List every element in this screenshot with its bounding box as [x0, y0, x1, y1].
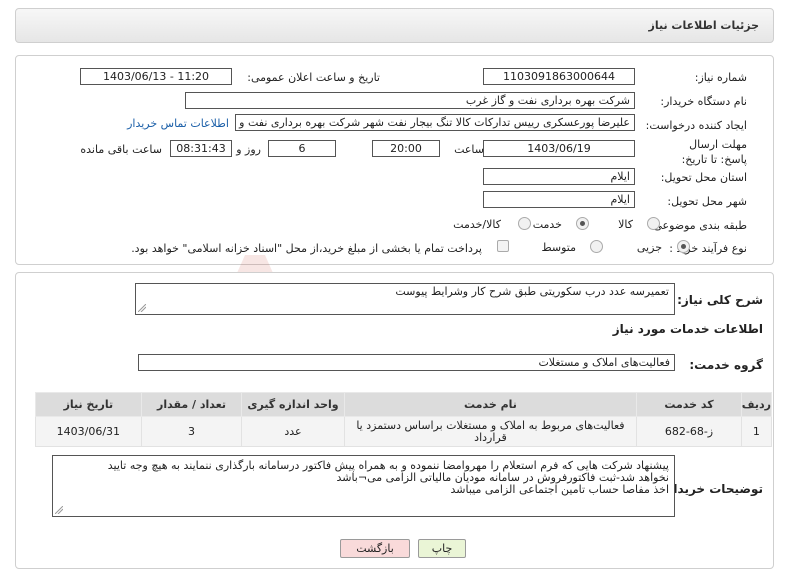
category-option-goods-service: کالا/خدمت: [453, 218, 501, 231]
cell-unit: عدد: [241, 416, 345, 447]
days-field[interactable]: 6: [268, 140, 336, 157]
table-header-row: ردیف کد خدمت نام خدمت واحد اندازه گیری ت…: [35, 392, 773, 417]
process-option-medium: متوسط: [541, 241, 576, 254]
col-service-code: کد خدمت: [636, 392, 742, 417]
contact-buyer-link[interactable]: اطلاعات تماس خریدار: [127, 117, 229, 130]
buyer-notes-label: توضیحات خریدار:: [661, 482, 763, 496]
process-radio-medium[interactable]: [590, 240, 603, 253]
city-field[interactable]: ایلام: [483, 191, 635, 208]
need-number-field[interactable]: 1103091863000644: [483, 68, 635, 85]
table-row: 1 ز-68-682 فعالیت‌های مربوط به املاک و م…: [35, 416, 773, 447]
resize-grip-icon[interactable]: [55, 506, 63, 514]
deadline-time-field[interactable]: 20:00: [372, 140, 440, 157]
buyer-org-field[interactable]: شرکت بهره برداری نفت و گاز غرب: [185, 92, 635, 109]
summary-text: تعمیرسه عدد درب سکوریتی طبق شرح کار وشرا…: [395, 285, 669, 298]
col-quantity: تعداد / مقدار: [140, 392, 243, 417]
days-label: روز و: [236, 143, 261, 156]
announce-label: تاریخ و ساعت اعلان عمومی:: [247, 71, 380, 84]
creator-label: ایجاد کننده درخواست:: [645, 119, 747, 132]
cell-need-date: 1403/06/31: [35, 416, 142, 447]
summary-textarea[interactable]: تعمیرسه عدد درب سکوریتی طبق شرح کار وشرا…: [135, 283, 675, 315]
service-group-field[interactable]: فعالیت‌های املاک و مستغلات: [138, 354, 675, 371]
announce-field[interactable]: 1403/06/13 - 11:20: [80, 68, 232, 85]
info-panel: [15, 55, 774, 265]
process-option-minor: جزیی: [636, 241, 662, 254]
deadline-label: مهلت ارسال پاسخ: تا تاریخ:: [681, 138, 747, 166]
col-row: ردیف: [740, 392, 773, 417]
time-label: ساعت: [454, 143, 484, 156]
col-service-name: نام خدمت: [343, 392, 638, 417]
buyer-org-label: نام دستگاه خریدار:: [660, 95, 747, 108]
buyer-notes-textarea[interactable]: پیشنهاد شرکت هایی که فرم استعلام را مهرو…: [52, 455, 675, 517]
city-label: شهر محل تحویل:: [667, 195, 747, 208]
summary-label: شرح کلی نیاز:: [677, 293, 763, 307]
creator-field[interactable]: علیرضا پورعسکری رییس تدارکات کالا تنگ بی…: [235, 114, 635, 131]
province-field[interactable]: ایلام: [483, 168, 635, 185]
category-radio-service[interactable]: [576, 217, 589, 230]
back-button[interactable]: بازگشت: [340, 539, 410, 558]
need-number-label: شماره نیاز:: [694, 71, 747, 84]
deadline-date-field[interactable]: 1403/06/19: [483, 140, 635, 157]
cell-service-name: فعالیت‌های مربوط به املاک و مستغلات براس…: [343, 416, 638, 447]
payment-note: پرداخت تمام یا بخشی از مبلغ خرید،از محل …: [131, 242, 482, 255]
remaining-label: ساعت باقی مانده: [80, 143, 162, 156]
col-need-date: تاریخ نیاز: [35, 392, 142, 417]
process-radio-minor[interactable]: [677, 240, 690, 253]
cell-service-code: ز-68-682: [636, 416, 742, 447]
resize-grip-icon[interactable]: [138, 304, 146, 312]
cell-row: 1: [740, 416, 773, 447]
page-header: جزئیات اطلاعات نیاز: [15, 8, 774, 43]
category-radio-goods[interactable]: [647, 217, 660, 230]
category-option-goods: کالا: [618, 218, 633, 231]
category-radio-goods-service[interactable]: [518, 217, 531, 230]
remaining-time-field[interactable]: 08:31:43: [170, 140, 232, 157]
print-button[interactable]: چاپ: [418, 539, 466, 558]
province-label: استان محل تحویل:: [660, 171, 747, 184]
category-option-service: خدمت: [532, 218, 562, 231]
cell-quantity: 3: [140, 416, 243, 447]
service-group-label: گروه خدمت:: [689, 358, 763, 372]
treasury-payment-checkbox[interactable]: [497, 240, 509, 252]
services-section-title: اطلاعات خدمات مورد نیاز: [612, 322, 763, 336]
services-table: ردیف کد خدمت نام خدمت واحد اندازه گیری ت…: [35, 392, 773, 447]
page-title: جزئیات اطلاعات نیاز: [648, 19, 760, 32]
category-label: طبقه بندی موضوعی:: [649, 219, 747, 232]
col-unit: واحد اندازه گیری: [241, 392, 345, 417]
buyer-notes-line-3: اخذ مفاصا حساب تامین اجتماعی الزامی میبا…: [450, 483, 669, 496]
